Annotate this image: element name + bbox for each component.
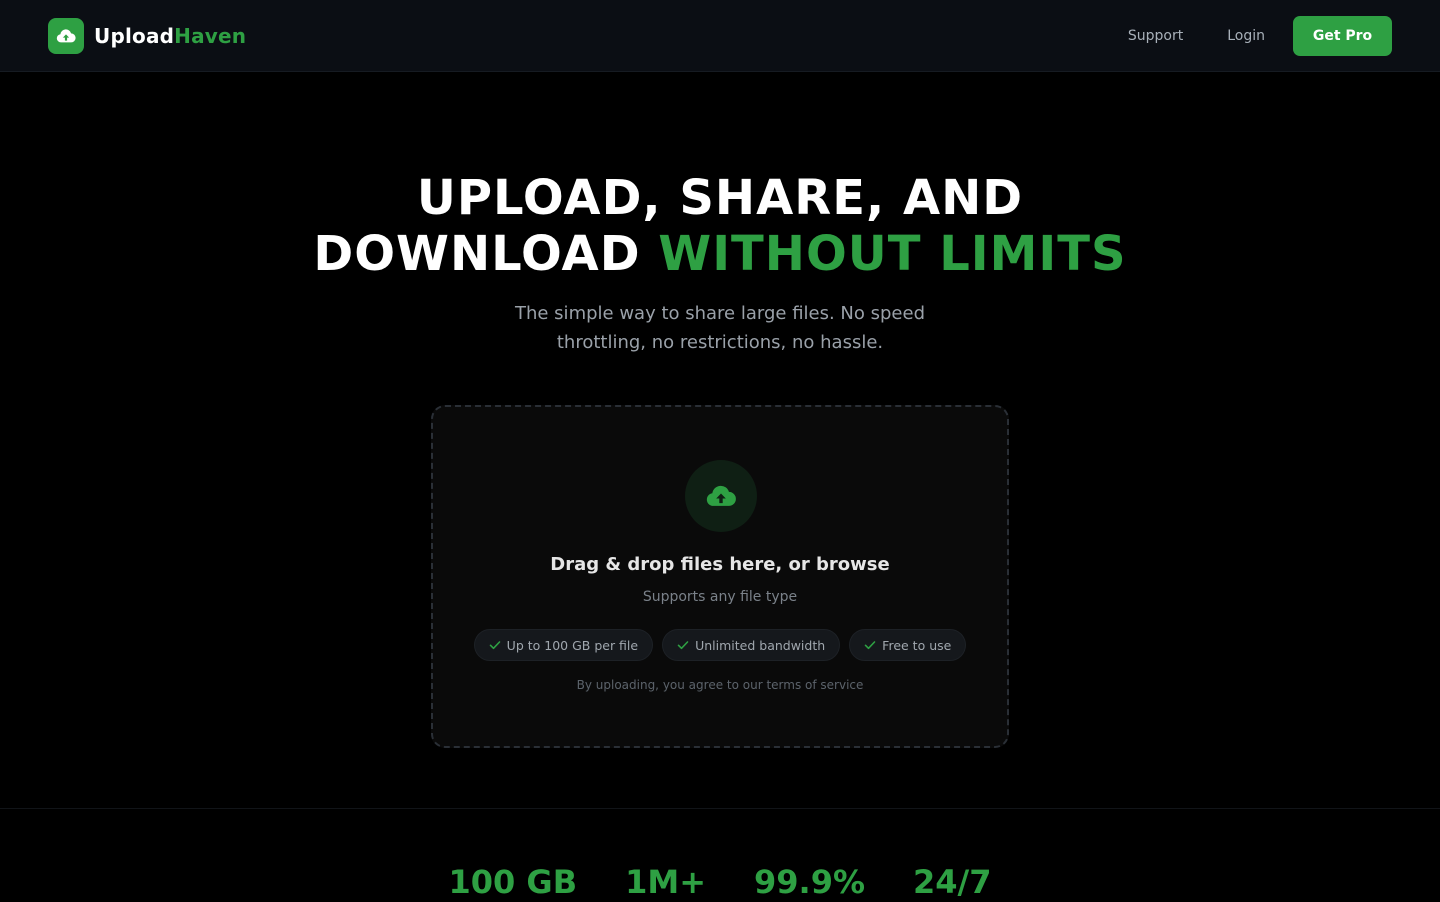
feature-pill: Free to use: [849, 629, 967, 661]
main-nav: Support Login Get Pro: [1128, 15, 1392, 56]
brand[interactable]: UploadHaven: [48, 17, 246, 54]
top-header: UploadHaven Support Login Get Pro: [0, 0, 1440, 72]
hero-line-2: DOWNLOAD WITHOUT LIMITS: [0, 226, 1440, 282]
hero-subtitle-line-2: throttling, no restrictions, no hassle.: [556, 332, 884, 353]
stat-value: 99.9%: [754, 863, 866, 901]
feature-pill-label: Unlimited bandwidth: [695, 637, 826, 653]
stats-row: 100 GB 1M+ 99.9% 24/7: [0, 862, 1440, 902]
check-icon: [489, 641, 500, 650]
hero-subtitle-line-1: The simple way to share large files. No …: [514, 303, 926, 324]
nav-support-link[interactable]: Support: [1128, 28, 1183, 44]
check-icon: [677, 641, 689, 650]
dropzone-title: Drag & drop files here, or browse: [550, 554, 890, 575]
brand-name-part1: Upload: [94, 23, 175, 48]
get-pro-button[interactable]: Get Pro: [1293, 15, 1392, 56]
cloud-upload-icon: [685, 460, 757, 532]
dropzone-subtitle: Supports any file type: [642, 589, 798, 605]
hero-line-1: UPLOAD, SHARE, AND: [416, 170, 1024, 226]
feature-pill-label: Free to use: [882, 637, 952, 653]
section-divider: [0, 808, 1440, 809]
cloud-upload-icon: [48, 17, 84, 54]
stat-value: 1M+: [625, 863, 706, 901]
hero-subtitle: The simple way to share large files. No …: [0, 299, 1440, 357]
hero-heading: UPLOAD, SHARE, AND DOWNLOAD WITHOUT LIMI…: [0, 170, 1440, 282]
nav-login-link[interactable]: Login: [1227, 28, 1265, 44]
feature-pill: Unlimited bandwidth: [662, 629, 841, 661]
feature-pill-label: Up to 100 GB per file: [506, 637, 639, 653]
feature-pill: Up to 100 GB per file: [473, 629, 654, 661]
brand-name-part2: Haven: [174, 23, 247, 48]
file-dropzone[interactable]: Drag & drop files here, or browse Suppor…: [431, 405, 1009, 748]
terms-notice: By uploading, you agree to our terms of …: [576, 678, 864, 692]
hero-line-2-plain: DOWNLOAD: [313, 226, 659, 282]
stat-value: 100 GB: [448, 863, 578, 901]
brand-name: UploadHaven: [94, 24, 246, 48]
check-icon: [864, 641, 876, 650]
stat-value: 24/7: [913, 863, 992, 901]
hero-line-2-accent: WITHOUT LIMITS: [658, 226, 1127, 282]
feature-pills: Up to 100 GB per file Unlimited bandwidt…: [433, 629, 1007, 661]
